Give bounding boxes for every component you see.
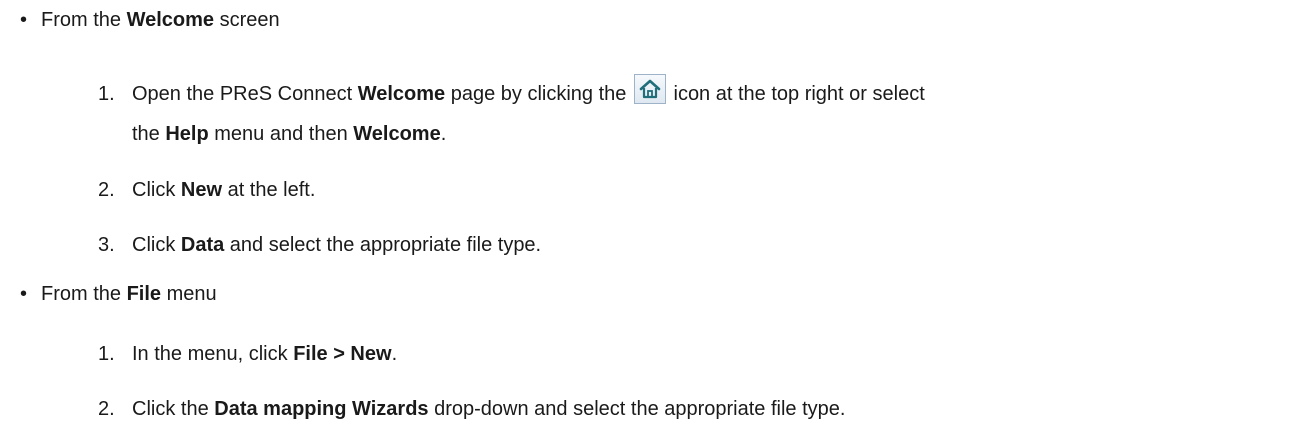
step-click-data: 3. Click Data and select the appropriate… [98, 234, 542, 256]
step-file-new: 1. In the menu, click File > New. [98, 343, 398, 365]
bullet-icon: • [20, 283, 28, 305]
step-click-new: 2. Click New at the left. [98, 179, 316, 201]
step-open-welcome: 1. Open the PReS Connect Welcome page by… [98, 74, 1288, 154]
home-icon[interactable] [633, 74, 666, 104]
instructions-document: • From the Welcome screen 1. Open the PRe… [0, 0, 1296, 448]
bullet-icon: • [20, 9, 28, 31]
step-data-mapping-wizards: 2. Click the Data mapping Wizards drop-d… [98, 398, 846, 420]
bullet-welcome-screen: • From the Welcome screen [20, 6, 280, 34]
bullet-file-menu: • From the File menu [20, 280, 217, 308]
